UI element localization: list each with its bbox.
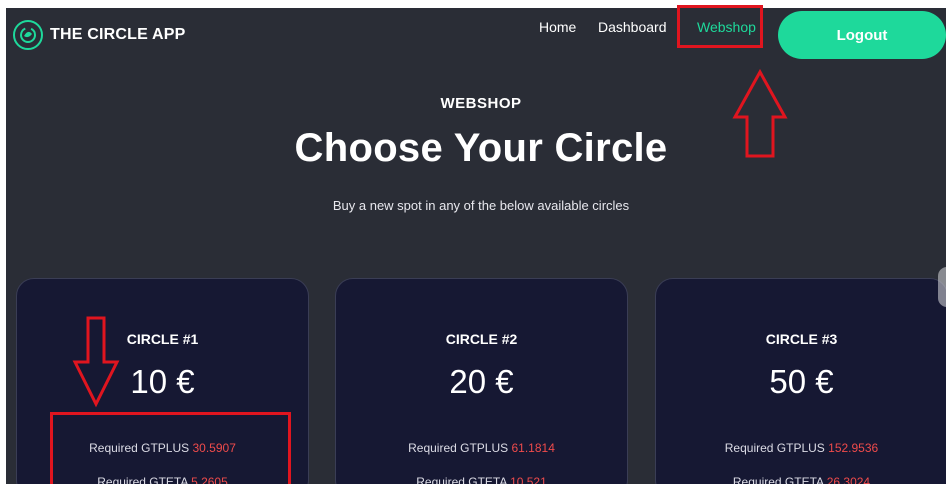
brand[interactable]: THE CIRCLE APP (13, 20, 186, 50)
highlight-box-webshop (677, 5, 763, 48)
req-value: 10.521 (510, 475, 547, 484)
highlight-box-requirements (50, 412, 291, 484)
brand-name: THE CIRCLE APP (50, 26, 186, 43)
card-required-gteta: Required GTETA 26.3024 (656, 475, 946, 484)
card-price: 20 € (449, 363, 514, 400)
card-required-gtplus: Required GTPLUS 152.9536 (656, 441, 946, 455)
nav-dashboard[interactable]: Dashboard (598, 19, 667, 35)
req-value: 26.3024 (826, 475, 871, 484)
page-title: Choose Your Circle (294, 126, 668, 170)
card-title: CIRCLE #2 (445, 331, 518, 347)
card-title: CIRCLE #3 (765, 331, 838, 347)
circle-card-2[interactable]: CIRCLE #2 20 € Required GTPLUS 61.1814 R… (335, 278, 628, 484)
hero-subtitle: Buy a new spot in any of the below avail… (332, 198, 630, 213)
nav-home[interactable]: Home (539, 19, 576, 35)
req-label: Required GTPLUS (724, 441, 825, 455)
circle-logo-icon (13, 20, 43, 50)
card-price: 50 € (769, 363, 834, 400)
req-value: 152.9536 (828, 441, 879, 455)
req-label: Required GTETA (416, 475, 507, 484)
logout-button[interactable]: Logout (778, 11, 946, 59)
card-required-gteta: Required GTETA 10.521 (336, 475, 627, 484)
card-title: CIRCLE #1 (126, 331, 199, 347)
req-label: Required GTPLUS (408, 441, 509, 455)
req-label: Required GTETA (732, 475, 824, 484)
hero-eyebrow: WEBSHOP (440, 95, 522, 112)
scrollbar-thumb[interactable] (938, 267, 946, 307)
circle-card-3[interactable]: CIRCLE #3 50 € Required GTPLUS 152.9536 … (655, 278, 946, 484)
card-required-gtplus: Required GTPLUS 61.1814 (336, 441, 627, 455)
card-price: 10 € (130, 363, 195, 400)
req-value: 61.1814 (511, 441, 555, 455)
